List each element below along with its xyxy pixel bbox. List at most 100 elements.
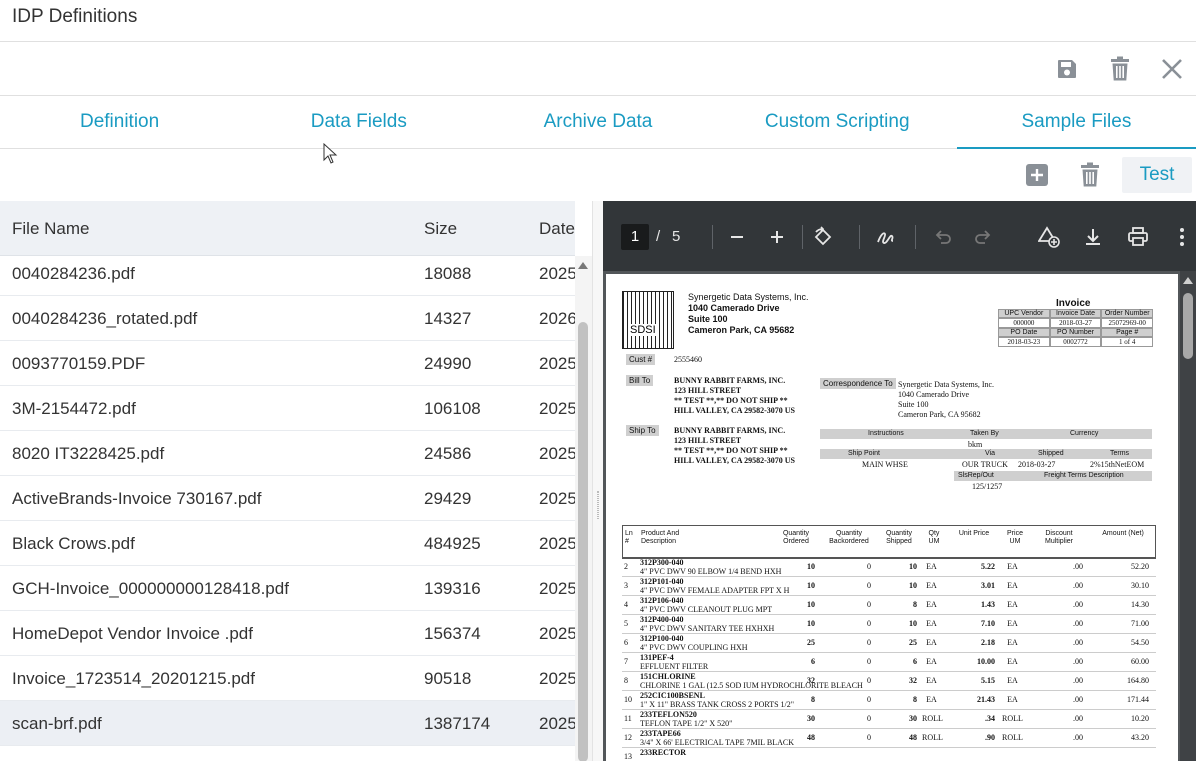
line-cell-ln: 13 xyxy=(624,752,632,761)
table-row[interactable]: HomeDepot Vendor Invoice .pdf 156374 202… xyxy=(0,611,575,656)
bill-to-address: BUNNY RABBIT FARMS, INC. 123 HILL STREET… xyxy=(674,376,795,416)
page-number-input[interactable]: 1 xyxy=(621,224,649,250)
line-cell-disc: .00 xyxy=(1073,733,1083,742)
trash-icon[interactable] xyxy=(1106,55,1134,83)
company-address: Synergetic Data Systems, Inc. 1040 Camer… xyxy=(688,292,809,336)
pdf-scrollbar[interactable] xyxy=(1180,271,1196,761)
table-row[interactable]: Black Crows.pdf 484925 2025 xyxy=(0,521,575,566)
table-row[interactable]: ActiveBrands-Invoice 730167.pdf 29429 20… xyxy=(0,476,575,521)
pdf-scrollbar-thumb[interactable] xyxy=(1183,293,1193,359)
line-cell-amt: 71.00 xyxy=(1131,619,1149,628)
company-logo: SDSI xyxy=(622,291,674,349)
line-cell-pum: EA xyxy=(1007,619,1018,628)
line-cell-ord: 10 xyxy=(807,581,815,590)
line-cell-ln: 7 xyxy=(624,657,628,666)
address-line: Synergetic Data Systems, Inc. xyxy=(898,380,995,389)
zoom-in-icon[interactable] xyxy=(765,225,789,249)
save-icon[interactable] xyxy=(1053,55,1081,83)
logo-text: SDSI xyxy=(629,324,657,336)
add-file-icon[interactable] xyxy=(1024,157,1050,193)
tab-custom-scripting[interactable]: Custom Scripting xyxy=(718,96,957,148)
pdf-page: SDSI Synergetic Data Systems, Inc. 1040 … xyxy=(606,274,1178,761)
date-cell: 2025 xyxy=(539,534,575,553)
sample-files-table: 0040284236.pdf 18088 2025 0040284236_rot… xyxy=(0,201,592,761)
redo-icon[interactable] xyxy=(971,225,995,249)
col-product: Product And Description xyxy=(641,530,680,545)
table-row[interactable]: 0093770159.PDF 24990 2025 xyxy=(0,341,575,386)
col-qty-backordered: Quantity Backordered xyxy=(829,530,869,545)
line-cell-disc: .00 xyxy=(1073,676,1083,685)
more-menu-icon[interactable] xyxy=(1171,225,1193,249)
sls-bar: SlsRep/Out Freight Terms Description xyxy=(954,471,1152,481)
toolbar-divider xyxy=(915,225,916,249)
product-description: 3/4" X 66' ELECTRICAL TAPE 7MIL BLACK xyxy=(640,738,794,747)
print-icon[interactable] xyxy=(1126,225,1150,249)
line-items-header: Ln # Product And Description Quantity Or… xyxy=(623,526,1155,558)
col-discount: Discount Multiplier xyxy=(1044,530,1073,545)
line-item-row: 252CIC100BSENL 1" X 11" BRASS TANK CROSS … xyxy=(622,691,1156,710)
terms-label: Terms xyxy=(1110,450,1130,457)
product-code: 151CHLORINE xyxy=(640,672,696,681)
file-name-cell: Black Crows.pdf xyxy=(12,534,135,553)
col-qty-ordered: Quantity Ordered xyxy=(782,530,810,545)
table-row[interactable]: 0040284236_rotated.pdf 14327 2026 xyxy=(0,296,575,341)
table-scrollbar-thumb[interactable] xyxy=(578,322,588,761)
page-separator: / xyxy=(656,228,661,245)
tab-sample-files[interactable]: Sample Files xyxy=(956,96,1196,149)
table-row[interactable]: 3M-2154472.pdf 106108 2025 xyxy=(0,386,575,431)
col-ln: Ln # xyxy=(625,530,633,545)
file-name-cell: ActiveBrands-Invoice 730167.pdf xyxy=(12,489,262,508)
close-icon[interactable] xyxy=(1158,55,1186,83)
line-cell-bo: 0 xyxy=(867,619,871,628)
line-cell-bo: 0 xyxy=(867,676,871,685)
col-qty-shipped: Quantity Shipped xyxy=(885,530,913,545)
table-row[interactable]: Invoice_1723514_20201215.pdf 90518 2025 xyxy=(0,656,575,701)
line-cell-ord: 6 xyxy=(811,657,815,666)
table-row-selected[interactable]: scan-brf.pdf 1387174 2025 xyxy=(0,701,575,746)
column-header-date[interactable]: Date xyxy=(539,219,575,239)
line-cell-amt: 30.10 xyxy=(1131,581,1149,590)
line-item-row: 312P106-040 4" PVC DWV CLEANOUT PLUG MPT 4… xyxy=(622,596,1156,615)
date-cell: 2025 xyxy=(539,714,575,733)
table-row[interactable]: GCH-Invoice_000000000128418.pdf 139316 2… xyxy=(0,566,575,611)
shipping-values: MAIN WHSE OUR TRUCK 2018-03-27 2%15thNet… xyxy=(820,460,1160,470)
product-code: 131PEF-4 xyxy=(640,653,674,662)
file-name-cell: GCH-Invoice_000000000128418.pdf xyxy=(12,579,289,598)
grid-label: UPC Vendor xyxy=(998,309,1050,318)
tab-archive-data[interactable]: Archive Data xyxy=(478,96,717,148)
address-line: Cameron Park, CA 95682 xyxy=(898,410,981,419)
line-cell-um: EA xyxy=(926,581,937,590)
column-header-file-name[interactable]: File Name xyxy=(12,219,89,239)
grid-value: 2018-03-23 xyxy=(998,337,1050,347)
undo-icon[interactable] xyxy=(931,225,955,249)
column-header-size[interactable]: Size xyxy=(424,219,457,239)
table-scrollbar[interactable] xyxy=(575,256,592,761)
file-name-cell: Invoice_1723514_20201215.pdf xyxy=(12,669,255,688)
scroll-up-arrow-icon[interactable] xyxy=(1183,277,1193,284)
grid-label: Order Number xyxy=(1101,309,1154,318)
draw-icon[interactable] xyxy=(874,225,898,249)
panel-splitter[interactable] xyxy=(592,201,603,761)
grid-label: PO Date xyxy=(998,328,1050,337)
line-cell-bo: 0 xyxy=(867,562,871,571)
zoom-out-icon[interactable] xyxy=(725,225,749,249)
line-item-row: 312P101-040 4" PVC DWV FEMALE ADAPTER FPT… xyxy=(622,577,1156,596)
col-amount: Amount (Net) xyxy=(1102,530,1144,537)
delete-file-icon[interactable] xyxy=(1077,157,1103,193)
tab-definition[interactable]: Definition xyxy=(0,96,239,148)
size-cell: 484925 xyxy=(424,534,481,553)
line-item-row: 312P100-040 4" PVC DWV COUPLING HXH 6 25 0 25… xyxy=(622,634,1156,653)
line-cell-ord: 48 xyxy=(807,733,815,742)
table-row[interactable]: 0040284236.pdf 18088 2025 xyxy=(0,251,575,296)
test-button[interactable]: Test xyxy=(1122,157,1192,193)
download-icon[interactable] xyxy=(1081,225,1105,249)
product-code: 233TAPE66 xyxy=(640,729,681,738)
scroll-up-arrow-icon[interactable] xyxy=(578,262,588,269)
tab-data-fields[interactable]: Data Fields xyxy=(239,96,478,148)
product-description: TEFLON TAPE 1/2" X 520" xyxy=(640,719,733,728)
rotate-icon[interactable] xyxy=(811,225,835,249)
cust-number: 2555460 xyxy=(674,355,702,364)
table-row[interactable]: 8020 IT3228425.pdf 24586 2025 xyxy=(0,431,575,476)
add-annotation-icon[interactable] xyxy=(1037,225,1061,249)
ship-point-value: MAIN WHSE xyxy=(862,460,908,469)
